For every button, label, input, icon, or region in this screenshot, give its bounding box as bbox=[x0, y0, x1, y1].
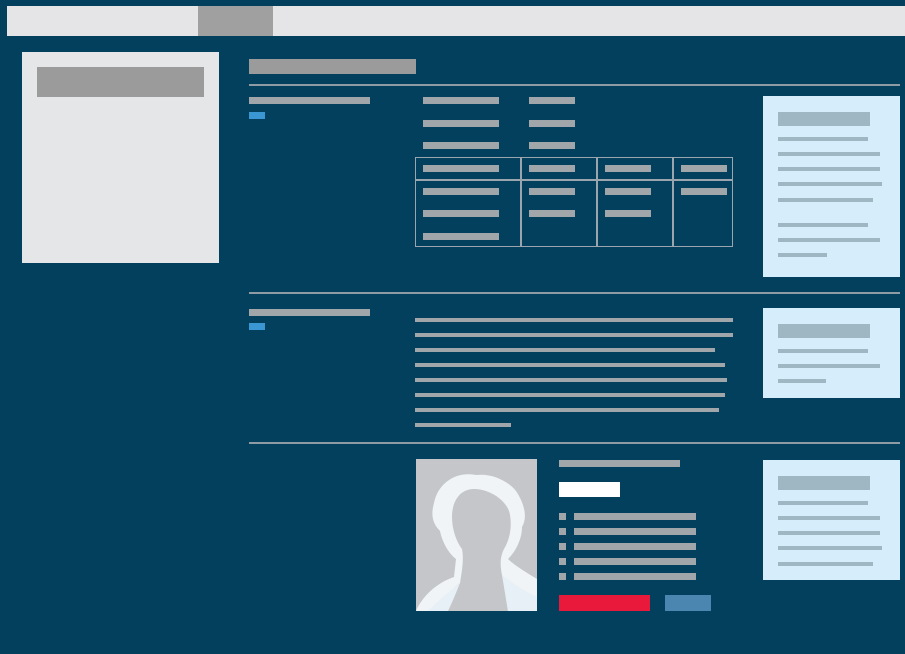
section-divider bbox=[249, 292, 900, 294]
side-note-heading bbox=[778, 112, 870, 126]
section-2-tag bbox=[249, 323, 265, 330]
section-divider bbox=[249, 442, 900, 444]
side-note-heading bbox=[778, 324, 870, 338]
paragraph-line bbox=[415, 363, 725, 367]
row-label bbox=[423, 142, 499, 149]
bullet-icon bbox=[559, 513, 566, 520]
table-cell bbox=[423, 188, 499, 195]
row-value bbox=[529, 120, 575, 127]
page-title bbox=[249, 59, 416, 74]
side-note-2 bbox=[763, 308, 900, 398]
paragraph-line bbox=[415, 393, 725, 397]
bullet-icon bbox=[559, 528, 566, 535]
table-cell bbox=[423, 210, 499, 217]
side-note-heading bbox=[778, 476, 870, 490]
table-cell bbox=[529, 210, 575, 217]
table-header-cell bbox=[529, 165, 575, 172]
section-2-heading bbox=[249, 309, 370, 316]
paragraph-line bbox=[415, 408, 719, 412]
paragraph-line bbox=[415, 423, 511, 427]
bullet-icon bbox=[559, 543, 566, 550]
profile-name bbox=[559, 460, 680, 467]
section-1-heading bbox=[249, 97, 370, 104]
top-nav-bar bbox=[7, 6, 905, 36]
portrait-silhouette-icon bbox=[416, 459, 537, 611]
table-cell bbox=[681, 188, 727, 195]
section-1-tag bbox=[249, 112, 265, 119]
primary-button[interactable] bbox=[559, 595, 650, 611]
list-item bbox=[574, 543, 696, 550]
bullet-icon bbox=[559, 558, 566, 565]
row-label bbox=[423, 120, 499, 127]
table-header-cell bbox=[605, 165, 651, 172]
profile-action-button[interactable] bbox=[559, 482, 620, 497]
table-header-cell bbox=[681, 165, 727, 172]
table-cell bbox=[423, 233, 499, 240]
row-label bbox=[423, 97, 499, 104]
list-item bbox=[574, 513, 696, 520]
list-item bbox=[574, 573, 696, 580]
table-cell bbox=[605, 210, 651, 217]
side-note-1 bbox=[763, 96, 900, 277]
secondary-button[interactable] bbox=[665, 595, 711, 611]
paragraph-line bbox=[415, 378, 727, 382]
bullet-icon bbox=[559, 573, 566, 580]
table-header-cell bbox=[423, 165, 499, 172]
paragraph-line bbox=[415, 318, 733, 322]
paragraph-line bbox=[415, 348, 715, 352]
profile-photo bbox=[416, 459, 537, 611]
row-value bbox=[529, 142, 575, 149]
sidebar-title bbox=[37, 67, 204, 97]
top-nav-tab-active[interactable] bbox=[198, 6, 273, 36]
table-cell bbox=[605, 188, 651, 195]
row-value bbox=[529, 97, 575, 104]
table-cell bbox=[529, 188, 575, 195]
paragraph-line bbox=[415, 333, 733, 337]
side-note-3 bbox=[763, 460, 900, 580]
list-item bbox=[574, 528, 696, 535]
title-divider bbox=[249, 84, 900, 86]
list-item bbox=[574, 558, 696, 565]
